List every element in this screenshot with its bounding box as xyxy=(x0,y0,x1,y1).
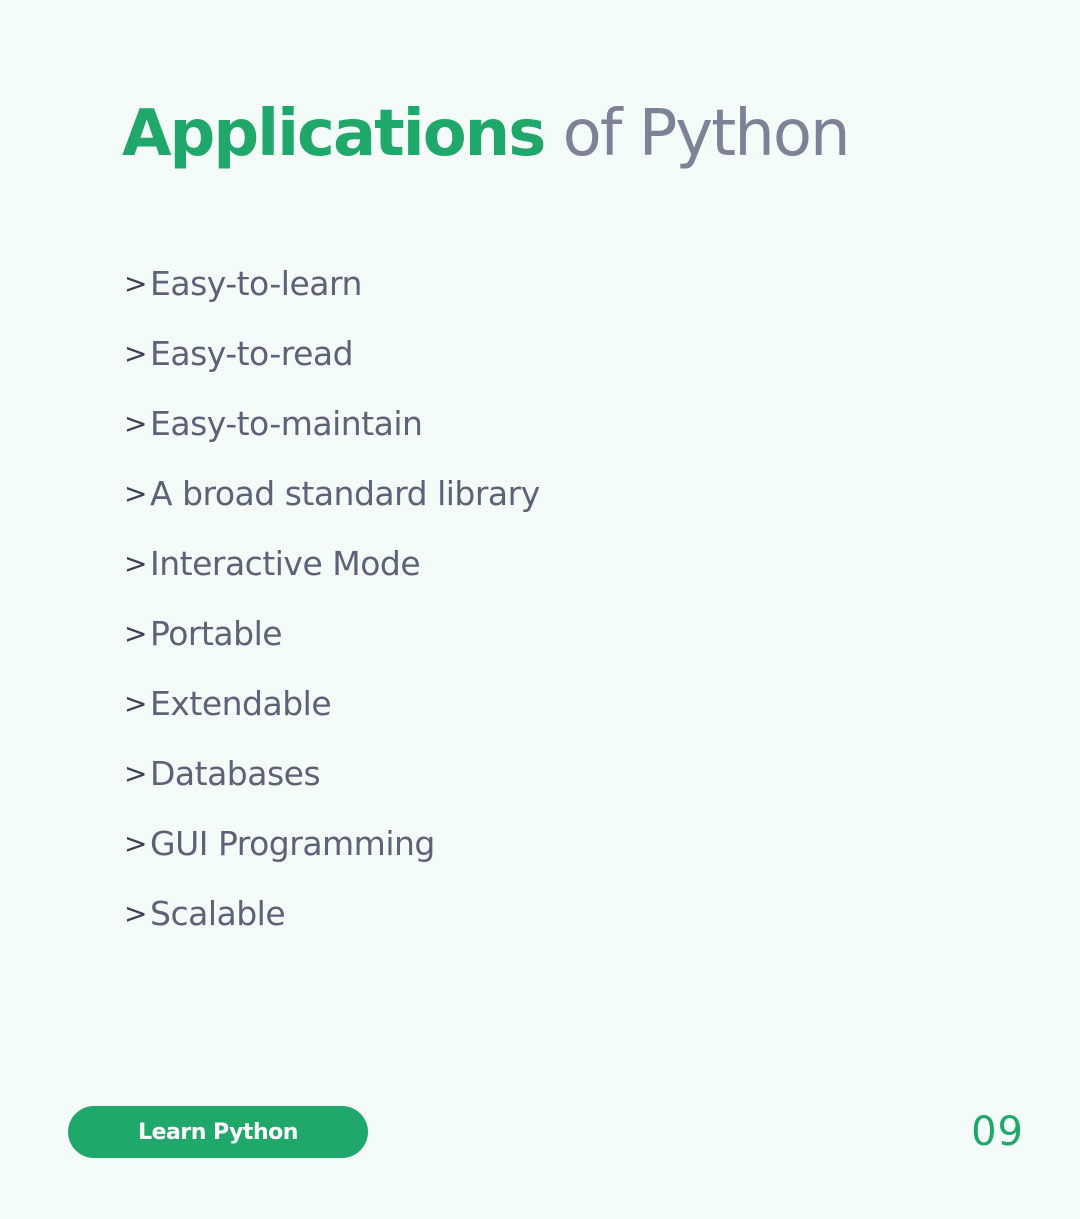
chevron-right-icon: > xyxy=(124,266,147,300)
feature-label: Portable xyxy=(150,613,283,653)
list-item: > Easy-to-learn xyxy=(124,248,540,318)
chevron-right-icon: > xyxy=(124,336,147,370)
feature-label: Extendable xyxy=(150,683,332,723)
chevron-right-icon: > xyxy=(124,756,147,790)
chevron-right-icon: > xyxy=(124,826,147,860)
feature-label: Easy-to-learn xyxy=(150,263,362,303)
list-item: > Scalable xyxy=(124,878,540,948)
page-title: Applications of Python xyxy=(122,96,851,172)
chevron-right-icon: > xyxy=(124,406,147,440)
page-number: 09 xyxy=(971,1109,1024,1155)
list-item: > Interactive Mode xyxy=(124,528,540,598)
feature-label: A broad standard library xyxy=(150,473,540,513)
chevron-right-icon: > xyxy=(124,476,147,510)
chevron-right-icon: > xyxy=(124,896,147,930)
list-item: > Easy-to-read xyxy=(124,318,540,388)
list-item: > Easy-to-maintain xyxy=(124,388,540,458)
chevron-right-icon: > xyxy=(124,686,147,720)
chevron-right-icon: > xyxy=(124,546,147,580)
list-item: > Extendable xyxy=(124,668,540,738)
title-accent-word: Applications xyxy=(122,97,546,171)
list-item: > Portable xyxy=(124,598,540,668)
feature-label: Scalable xyxy=(150,893,286,933)
feature-label: Databases xyxy=(150,753,321,793)
feature-list: > Easy-to-learn > Easy-to-read > Easy-to… xyxy=(124,248,540,948)
list-item: > GUI Programming xyxy=(124,808,540,878)
list-item: > Databases xyxy=(124,738,540,808)
learn-python-button[interactable]: Learn Python xyxy=(68,1106,368,1158)
feature-label: GUI Programming xyxy=(150,823,435,863)
feature-label: Interactive Mode xyxy=(150,543,421,583)
feature-label: Easy-to-read xyxy=(150,333,354,373)
list-item: > A broad standard library xyxy=(124,458,540,528)
chevron-right-icon: > xyxy=(124,616,147,650)
feature-label: Easy-to-maintain xyxy=(150,403,423,443)
title-rest: of Python xyxy=(544,97,851,171)
